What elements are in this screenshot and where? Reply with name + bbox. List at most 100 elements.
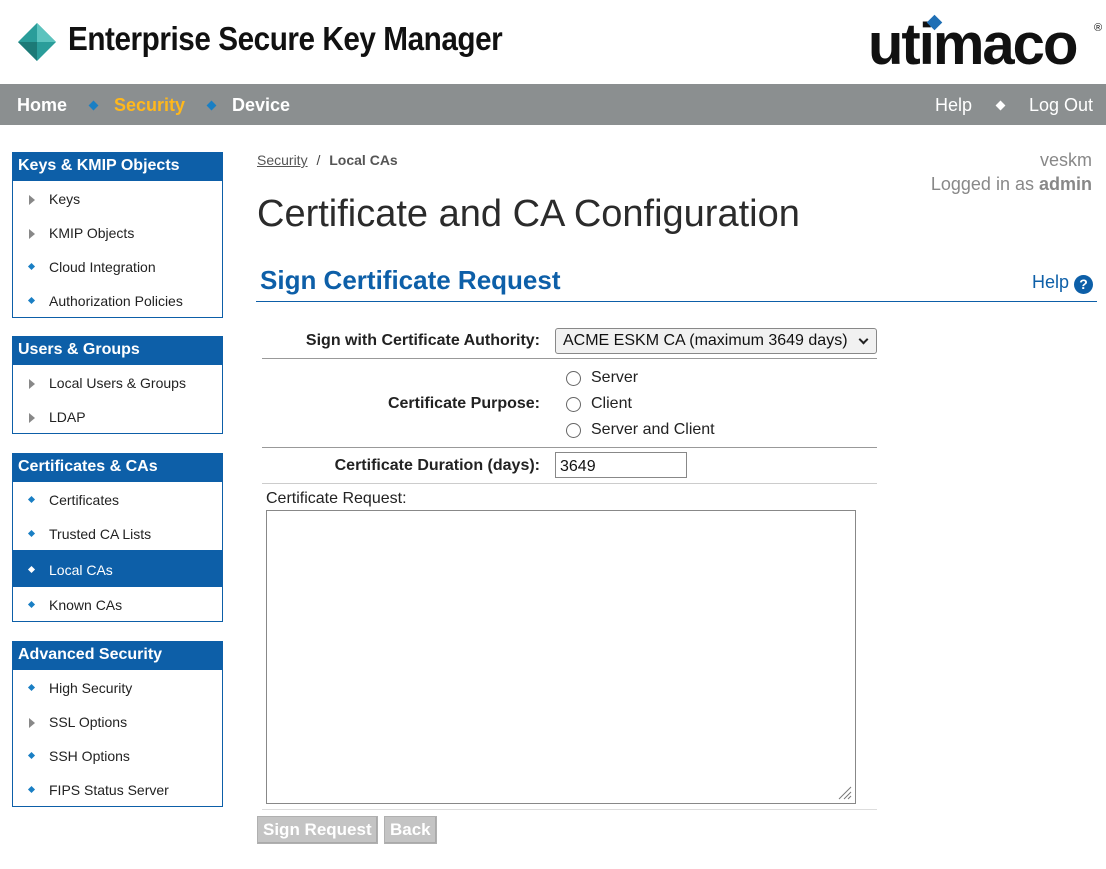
sidebar-item-label: Authorization Policies	[49, 293, 183, 309]
form-divider	[262, 358, 877, 359]
sidebar-item-label: SSL Options	[49, 714, 128, 730]
sidebar-item-label: Trusted CA Lists	[49, 526, 152, 542]
sidebar-group-title: Keys & KMIP Objects	[13, 153, 222, 181]
sidebar-item-high-security[interactable]: High Security	[13, 670, 222, 704]
diamond-bullet-icon	[27, 296, 36, 305]
chevron-down-icon	[858, 334, 869, 345]
sidebar-item-fips-status-server[interactable]: FIPS Status Server	[13, 772, 222, 806]
ca-select[interactable]: ACME ESKM CA (maximum 3649 days)	[555, 328, 877, 354]
hostname: veskm	[1039, 150, 1092, 170]
sidebar-item-authorization-policies[interactable]: Authorization Policies	[13, 283, 222, 317]
sidebar-group-title: Users & Groups	[13, 337, 222, 365]
sidebar-item-label: FIPS Status Server	[49, 782, 169, 798]
request-label: Certificate Request:	[266, 490, 407, 507]
product-logo-icon	[18, 23, 56, 61]
nav-logout[interactable]: Log Out	[1029, 95, 1093, 116]
sidebar-item-label: Certificates	[49, 492, 120, 508]
sidebar-item-label: KMIP Objects	[49, 225, 135, 241]
brand-wordmark: utimaco	[868, 12, 1078, 77]
sidebar-item-cloud-integration[interactable]: Cloud Integration	[13, 249, 222, 283]
diamond-bullet-icon	[27, 751, 36, 760]
radio-label: Server	[591, 369, 639, 386]
nav-help[interactable]: Help	[935, 95, 972, 116]
breadcrumb-current: Local CAs	[329, 152, 398, 168]
sidebar-item-label: Known CAs	[49, 597, 123, 613]
sidebar-item-local-cas[interactable]: Local CAs	[13, 550, 222, 587]
page-title: Certificate and CA Configuration	[257, 193, 800, 235]
sidebar-item-label: Local CAs	[49, 562, 113, 578]
sidebar-item-local-users-groups[interactable]: Local Users & Groups	[13, 365, 222, 399]
section-title: Sign Certificate Request	[260, 265, 561, 295]
logged-in-prefix: Logged in as	[930, 174, 1034, 194]
form-divider	[262, 809, 877, 810]
resize-grip-icon[interactable]	[836, 784, 852, 800]
sidebar-item-known-cas[interactable]: Known CAs	[13, 587, 222, 621]
form-divider	[262, 483, 877, 484]
brand-logo: utimaco ®	[868, 10, 1103, 77]
ca-select-value: ACME ESKM CA (maximum 3649 days)	[563, 332, 848, 349]
radio-button[interactable]	[566, 371, 581, 386]
section-divider	[256, 301, 1097, 302]
sidebar-item-label: Cloud Integration	[49, 259, 156, 275]
sign-request-button[interactable]: Sign Request	[257, 816, 378, 844]
diamond-bullet-icon	[27, 600, 36, 609]
radio-label: Server and Client	[591, 421, 715, 438]
duration-input[interactable]	[555, 452, 687, 478]
sidebar-item-label: SSH Options	[49, 748, 130, 764]
sidebar-item-trusted-ca-lists[interactable]: Trusted CA Lists	[13, 516, 222, 550]
help-icon[interactable]: ?	[1074, 275, 1093, 294]
app-title: Enterprise Secure Key Manager	[68, 20, 503, 57]
sidebar-group-certificates: Certificates & CAs Certificates Trusted …	[12, 453, 223, 622]
sidebar-item-label: High Security	[49, 680, 133, 696]
nav-separator-icon	[88, 100, 99, 111]
section-help-link[interactable]: Help	[1032, 272, 1069, 293]
form-divider	[262, 447, 877, 448]
diamond-bullet-icon	[27, 495, 36, 504]
nav-home[interactable]: Home	[17, 95, 67, 116]
ca-select-label: Sign with Certificate Authority:	[305, 332, 540, 349]
radio-label: Client	[591, 395, 632, 412]
breadcrumb-link-security[interactable]: Security	[257, 152, 308, 168]
sidebar-item-label: LDAP	[49, 409, 86, 425]
triangle-bullet-icon	[29, 229, 35, 239]
sidebar-item-ldap[interactable]: LDAP	[13, 399, 222, 433]
sidebar-item-label: Local Users & Groups	[49, 375, 186, 391]
triangle-bullet-icon	[29, 413, 35, 423]
page-header: Enterprise Secure Key Manager utimaco ®	[0, 0, 1106, 84]
sidebar-group-keys: Keys & KMIP Objects Keys KMIP Objects Cl…	[12, 152, 223, 318]
sidebar-group-title: Certificates & CAs	[13, 454, 222, 482]
radio-button[interactable]	[566, 397, 581, 412]
top-nav: Home Security Device Help Log Out	[0, 84, 1106, 125]
diamond-bullet-icon	[27, 785, 36, 794]
back-button[interactable]: Back	[384, 816, 437, 844]
certificate-request-textarea[interactable]	[266, 510, 856, 804]
sidebar-item-kmip-objects[interactable]: KMIP Objects	[13, 215, 222, 249]
breadcrumb: Security / Local CAs	[257, 152, 398, 168]
radio-button[interactable]	[566, 423, 581, 438]
sidebar-item-ssl-options[interactable]: SSL Options	[13, 704, 222, 738]
diamond-bullet-icon	[27, 529, 36, 538]
nav-separator-icon	[995, 100, 1006, 111]
sidebar-item-label: Keys	[49, 191, 81, 207]
breadcrumb-separator: /	[316, 152, 321, 168]
sidebar-group-title: Advanced Security	[13, 642, 222, 670]
duration-label: Certificate Duration (days):	[334, 457, 540, 474]
nav-security[interactable]: Security	[114, 95, 185, 116]
diamond-bullet-icon	[27, 262, 36, 271]
triangle-bullet-icon	[29, 195, 35, 205]
nav-device[interactable]: Device	[232, 95, 290, 116]
nav-separator-icon	[206, 100, 217, 111]
sidebar-item-certificates[interactable]: Certificates	[13, 482, 222, 516]
triangle-bullet-icon	[29, 718, 35, 728]
diamond-bullet-icon	[27, 565, 36, 574]
user-info: veskm Logged in as admin	[931, 148, 1092, 196]
sidebar-group-users: Users & Groups Local Users & Groups LDAP	[12, 336, 223, 434]
triangle-bullet-icon	[29, 379, 35, 389]
sidebar-item-ssh-options[interactable]: SSH Options	[13, 738, 222, 772]
registered-mark: ®	[1094, 22, 1103, 34]
logged-in-line: Logged in as admin	[931, 172, 1092, 196]
purpose-label: Certificate Purpose:	[387, 395, 540, 412]
diamond-bullet-icon	[27, 683, 36, 692]
sidebar-item-keys[interactable]: Keys	[13, 181, 222, 215]
sidebar-group-advanced-security: Advanced Security High Security SSL Opti…	[12, 641, 223, 807]
